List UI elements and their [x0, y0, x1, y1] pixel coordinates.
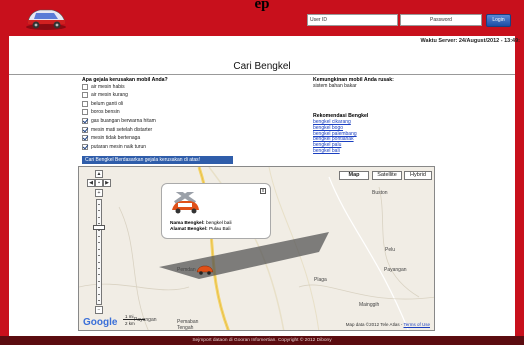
info-window: x Nama Bengkel: bengkel bali Alamat Beng… — [161, 183, 271, 239]
zoom-tick — [98, 287, 100, 289]
login-button[interactable]: Login — [486, 14, 511, 27]
zoom-tick — [98, 236, 100, 237]
pan-right-button[interactable]: ▶ — [103, 179, 111, 187]
symptom-item[interactable]: mesin tidak bertenaga — [82, 135, 140, 142]
symptom-label: mesin tidak bertenaga — [91, 135, 141, 142]
zoom-slider[interactable] — [96, 199, 102, 305]
car-marker-icon[interactable] — [196, 263, 214, 275]
symptom-item[interactable]: belum ganti oli — [82, 100, 123, 107]
password-placeholder: Password — [430, 17, 452, 23]
town-label: Buston — [372, 190, 388, 196]
attribution-text: Map data ©2012 Tele Atlas - — [345, 322, 404, 327]
pan-left-button[interactable]: ◀ — [87, 179, 95, 187]
symptom-checkbox[interactable] — [82, 109, 88, 116]
zoom-tick — [98, 216, 100, 218]
bengkel-name-value: bengkel bali — [206, 221, 232, 226]
diagnosis-value: sistem bahan bakar — [313, 83, 357, 89]
symptom-label: boros bensin — [91, 109, 120, 116]
symptom-item[interactable]: mesin mati setelah distarter — [82, 126, 152, 133]
divider — [9, 74, 515, 75]
town-label: Tengah — [177, 325, 194, 331]
town-label: Pemdan — [177, 267, 196, 273]
bengkel-address-line: Alamat Bengkel: Pulau Bali — [170, 227, 231, 232]
bengkel-name-line: Nama Bengkel: bengkel bali — [170, 221, 232, 226]
zoom-tick — [98, 280, 100, 282]
symptom-checkbox[interactable] — [82, 143, 88, 150]
bengkel-address-value: Pulau Bali — [208, 227, 231, 232]
symptom-checkbox[interactable] — [82, 100, 88, 107]
zoom-tick — [98, 268, 100, 269]
map-type-map[interactable]: Map — [339, 171, 369, 180]
zoom-tick — [98, 274, 100, 276]
recommendation-link[interactable]: bengkel bali — [313, 148, 340, 154]
symptom-item[interactable]: boros bensin — [82, 109, 120, 116]
symptom-item[interactable]: air mesin habis — [82, 83, 125, 90]
terms-of-use-link[interactable]: Terms of Use — [403, 322, 430, 327]
map-type-hybrid[interactable]: Hybrid — [404, 171, 432, 180]
zoom-in-button[interactable]: + — [95, 189, 103, 197]
user-id-placeholder: User ID — [310, 17, 327, 23]
symptom-label: mesin mati setelah distarter — [91, 126, 153, 133]
town-label: Plaga — [314, 277, 327, 283]
symptom-label: putaran mesin naik turun — [91, 143, 147, 150]
symptom-label: air mesin kurang — [91, 92, 128, 99]
scale-bar — [123, 319, 145, 320]
zoom-tick — [98, 242, 100, 244]
zoom-tick — [98, 255, 100, 257]
map-type-satellite[interactable]: Satellite — [372, 171, 402, 180]
footer: Sejmport dataon di Gooran Infomertian. C… — [0, 336, 524, 345]
zoom-tick — [98, 204, 100, 205]
symptom-checkbox[interactable] — [82, 83, 88, 90]
symptom-checkbox[interactable] — [82, 92, 88, 99]
right-border — [515, 36, 524, 336]
town-label: Mainggih — [359, 302, 380, 308]
wrench-car-icon — [172, 192, 199, 214]
search-bengkel-button[interactable]: Cari Bengkel Berdasarkan gejala kerusaka… — [82, 156, 233, 164]
zoom-out-button[interactable]: − — [95, 306, 103, 314]
pan-up-button[interactable]: ▲ — [95, 170, 103, 178]
town-label: Payangan — [384, 267, 407, 273]
zoom-tick — [98, 248, 100, 250]
symptom-item[interactable]: putaran mesin naik turun — [82, 143, 146, 150]
scale-km: 2 km — [125, 321, 135, 326]
symptom-label: air mesin habis — [91, 83, 125, 90]
google-logo: Google — [83, 317, 118, 328]
zoom-tick — [98, 210, 100, 212]
symptom-checkbox[interactable] — [82, 135, 88, 142]
symptom-checkbox[interactable] — [82, 117, 88, 124]
town-label: Pelu — [385, 247, 396, 253]
bengkel-name-label: Nama Bengkel: — [170, 221, 205, 226]
symptom-label: gas buangan berwarna hitam — [91, 117, 156, 124]
zoom-tick — [98, 293, 100, 295]
pan-center-button[interactable]: ▪ — [95, 179, 103, 187]
map-attribution: Map data ©2012 Tele Atlas - Terms of Use — [346, 322, 430, 327]
symptom-item[interactable]: gas buangan berwarna hitam — [82, 117, 156, 124]
server-time: Waktu Server: 24/August/2012 - 13:49: — [420, 38, 520, 44]
zoom-handle[interactable] — [93, 225, 105, 230]
zoom-tick — [98, 300, 100, 301]
page-heading: ep — [254, 0, 270, 12]
page-title: Cari Bengkel — [233, 61, 291, 72]
map-view[interactable]: Map Satellite Hybrid ▲ ◀ ▪ ▶ ▼ + − Busto… — [78, 166, 435, 331]
town-label: Payangan — [134, 317, 157, 323]
zoom-tick — [98, 261, 100, 263]
symptom-item[interactable]: air mesin kurang — [82, 92, 128, 99]
left-border — [0, 36, 9, 336]
info-window-close-button[interactable]: x — [260, 188, 266, 194]
symptom-label: belum ganti oli — [91, 100, 124, 107]
bengkel-address-label: Alamat Bengkel: — [170, 227, 208, 232]
symptom-checkbox[interactable] — [82, 126, 88, 133]
